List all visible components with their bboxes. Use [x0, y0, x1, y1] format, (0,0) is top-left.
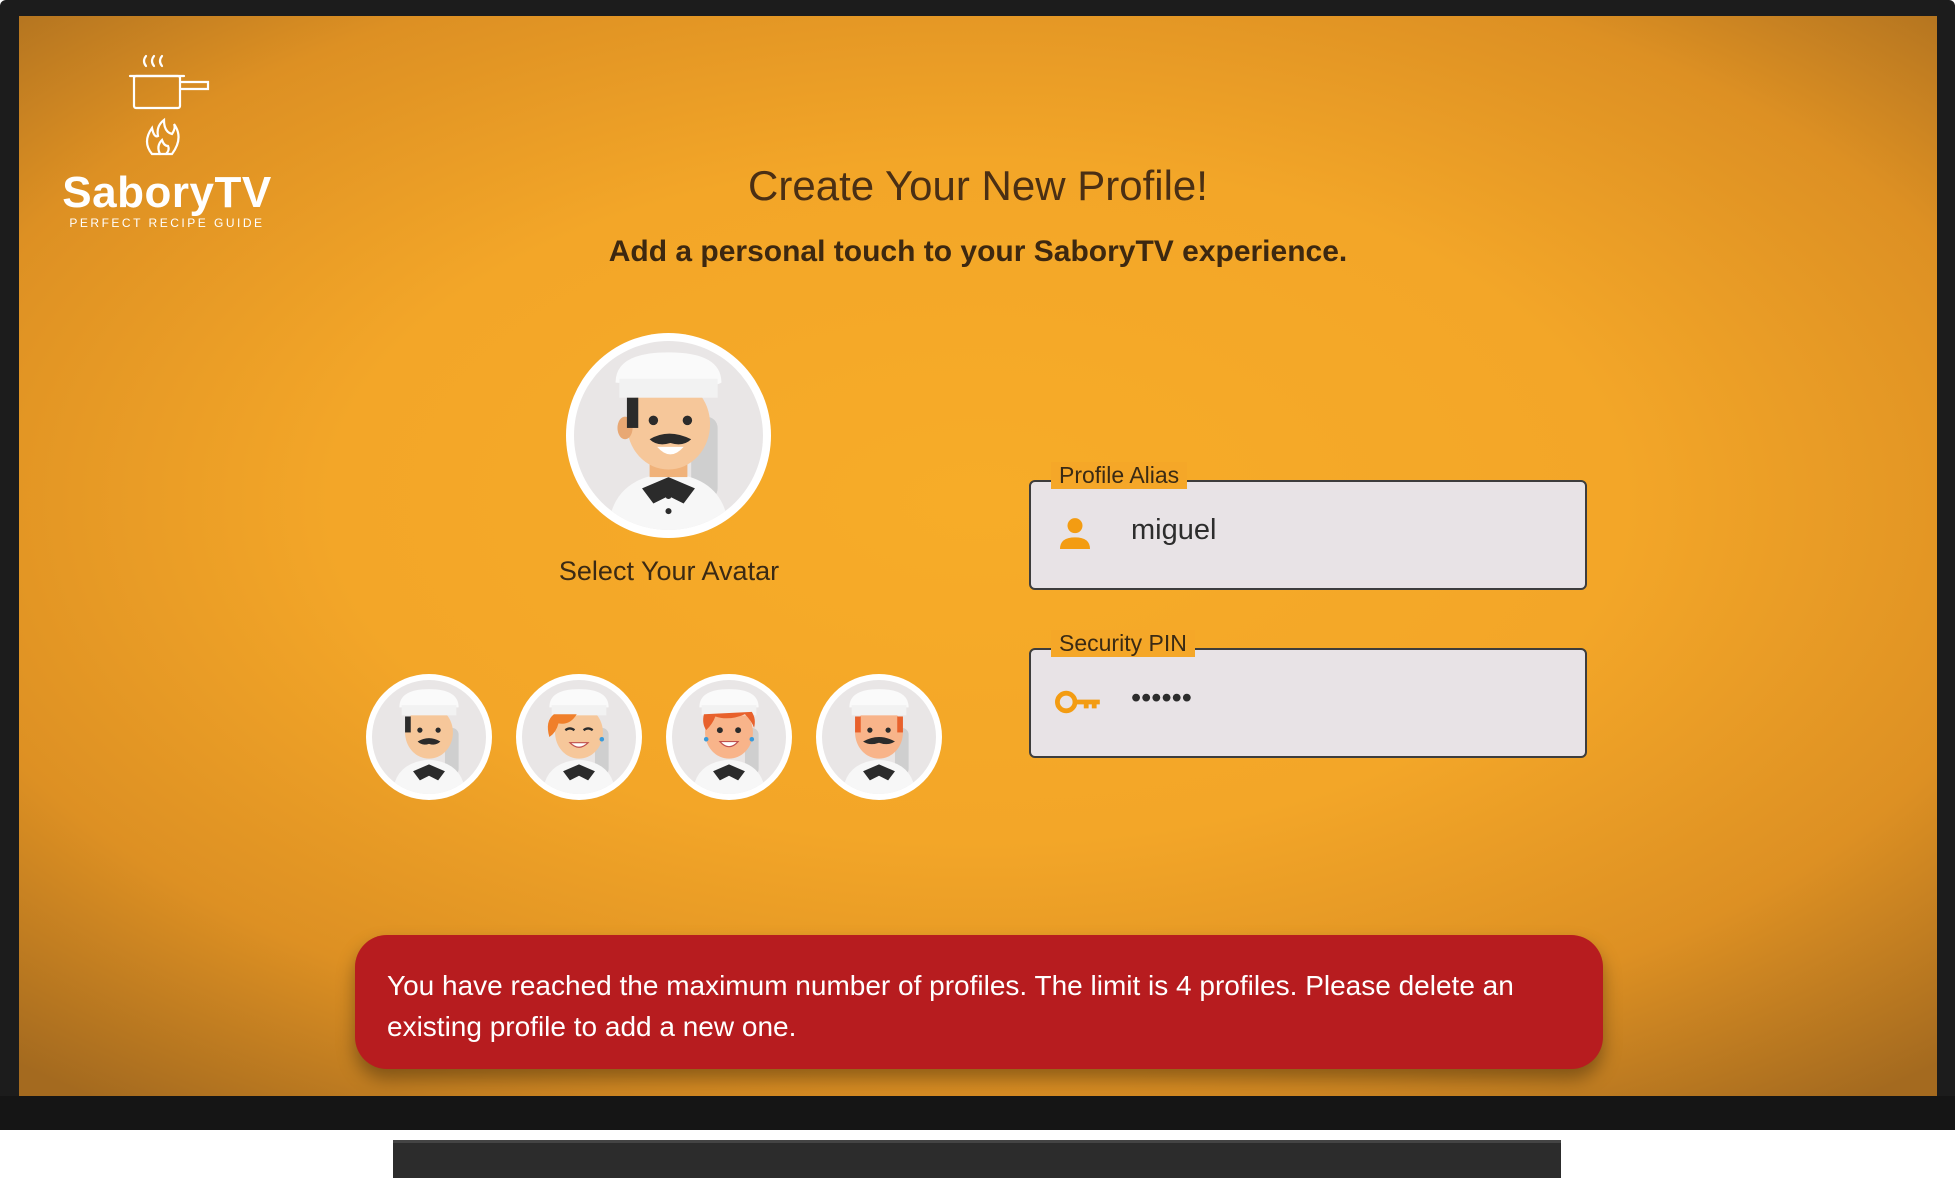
tv-bezel-bottom	[0, 1096, 1955, 1130]
profile-alias-field[interactable]: Profile Alias miguel	[1029, 462, 1587, 590]
page-title: Create Your New Profile!	[748, 162, 1208, 209]
error-toast: You have reached the maximum number of p…	[355, 935, 1603, 1069]
page-subtitle: Add a personal touch to your SaboryTV ex…	[608, 235, 1348, 268]
avatar-option-2[interactable]	[516, 674, 642, 800]
error-message: You have reached the maximum number of p…	[387, 970, 1514, 1042]
avatar-option-4[interactable]	[816, 674, 942, 800]
chef-woman-ginger-icon	[522, 680, 636, 794]
select-avatar-label: Select Your Avatar	[558, 556, 780, 586]
avatar-option-3[interactable]	[666, 674, 792, 800]
cooking-pot-icon	[128, 54, 210, 156]
chef-avatar-icon	[574, 341, 763, 530]
profile-alias-label: Profile Alias	[1051, 462, 1188, 489]
security-pin-field[interactable]: Security PIN ••••••	[1029, 630, 1587, 758]
tv-screen: SaboryTV PERFECT RECIPE GUIDE Create You…	[19, 16, 1937, 1096]
tv-stand	[393, 1140, 1561, 1178]
brand-tagline: PERFECT RECIPE GUIDE	[69, 216, 265, 230]
chef-man-mustache-icon	[372, 680, 486, 794]
profile-alias-input[interactable]: miguel	[1131, 514, 1216, 547]
avatar-option-1[interactable]	[366, 674, 492, 800]
chef-woman-redhead-icon	[672, 680, 786, 794]
key-icon	[1055, 682, 1103, 727]
chef-man-redhead-mustache-icon	[822, 680, 936, 794]
selected-avatar[interactable]	[566, 333, 771, 538]
security-pin-input[interactable]: ••••••	[1131, 682, 1192, 715]
security-pin-label: Security PIN	[1051, 630, 1195, 657]
person-icon	[1055, 514, 1095, 559]
